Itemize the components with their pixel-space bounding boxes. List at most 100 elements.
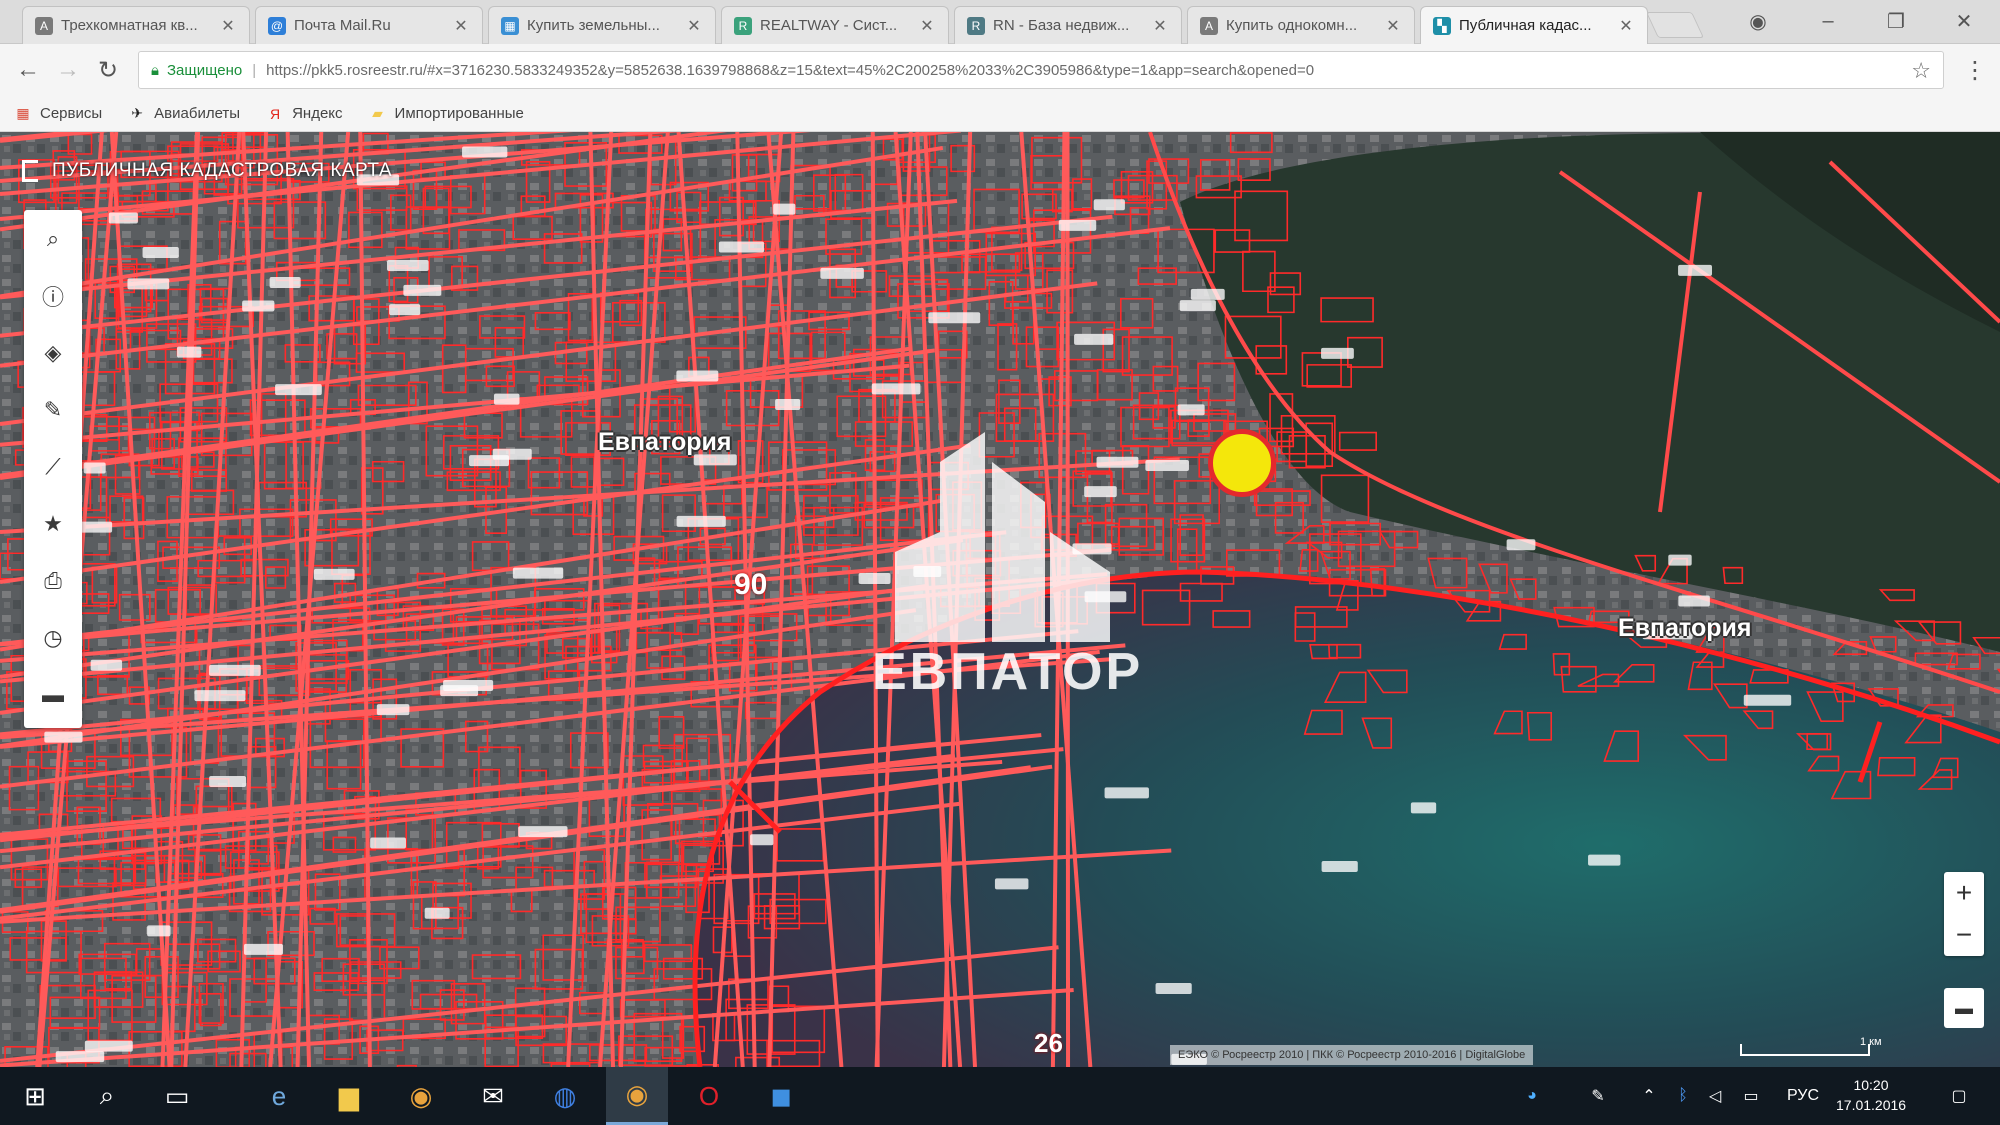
parcel-number-90: 90 bbox=[734, 568, 768, 601]
browser-menu-icon[interactable]: ⋮ bbox=[1960, 54, 1990, 86]
zoom-in-button[interactable]: + bbox=[1944, 872, 1984, 914]
scale-bar bbox=[1740, 1044, 1870, 1056]
browser-tab[interactable]: R RN - База недвиж... ✕ bbox=[954, 6, 1182, 44]
new-tab-button[interactable] bbox=[1645, 12, 1705, 38]
minimize-button[interactable]: – bbox=[1806, 6, 1850, 36]
url-text: https://pkk5.rosreestr.ru/#x=3716230.583… bbox=[266, 61, 1315, 79]
reload-button[interactable]: ↻ bbox=[92, 54, 124, 86]
bookmark-item[interactable]: ▰ Импортированные bbox=[369, 105, 524, 123]
task-view-icon[interactable]: ▭ bbox=[146, 1067, 208, 1125]
history-icon[interactable]: ◷ bbox=[24, 609, 82, 666]
bookmarks-bar: ▦ Сервисы ✈ Авиабилеты Я Яндекс ▰ Импортированн… bbox=[0, 96, 2000, 132]
ie-icon[interactable]: e bbox=[248, 1067, 310, 1125]
bluetooth-icon[interactable]: ᛒ bbox=[1668, 1067, 1698, 1125]
notifications-icon[interactable]: ▢ bbox=[1934, 1067, 1984, 1125]
tray-expand-icon[interactable]: ⌃ bbox=[1634, 1067, 1664, 1125]
tab-favicon-icon: R bbox=[734, 16, 752, 35]
globe-icon[interactable]: ◍ bbox=[534, 1067, 596, 1125]
tab-close-icon[interactable]: ✕ bbox=[452, 16, 470, 36]
tab-close-icon[interactable]: ✕ bbox=[1151, 16, 1169, 36]
browser-toolbar: ← → ↻ 🔒︎ Защищено | https://pkk5.rosrees… bbox=[0, 44, 2000, 96]
info-icon[interactable]: ⓘ bbox=[24, 267, 82, 324]
start-button[interactable]: ⊞ bbox=[4, 1067, 66, 1125]
lock-icon: 🔒︎ bbox=[151, 61, 159, 79]
back-button[interactable]: ← bbox=[12, 54, 44, 86]
plane-icon: ✈ bbox=[131, 105, 144, 121]
tab-favicon-icon: ▚ bbox=[1433, 16, 1451, 35]
apps-icon: ▦ bbox=[16, 105, 30, 121]
map-copyright: ЕЭКО © Росреестр 2010 | ПКК © Росреестр … bbox=[1170, 1045, 1534, 1065]
tab-close-icon[interactable]: ✕ bbox=[219, 16, 237, 36]
bookmark-label: Авиабилеты bbox=[154, 105, 241, 122]
keyboard-icon[interactable]: ▬ bbox=[24, 666, 82, 723]
tab-close-icon[interactable]: ✕ bbox=[918, 16, 936, 36]
network-icon[interactable]: ▭ bbox=[1736, 1067, 1766, 1125]
clock-date: 17.01.2016 bbox=[1836, 1097, 1907, 1113]
zoom-control: + − bbox=[1944, 872, 1984, 956]
tab-title: Купить земельны... bbox=[527, 17, 660, 34]
map-title: ПУБЛИЧНАЯ КАДАСТРОВАЯ КАРТА bbox=[22, 160, 392, 182]
search-icon[interactable]: ⌕ bbox=[76, 1067, 138, 1125]
tab-title: RN - База недвиж... bbox=[993, 17, 1130, 34]
cadastral-map[interactable]: ПУБЛИЧНАЯ КАДАСТРОВАЯ КАРТА ⌕ ⓘ ◈ ✎ ⟋ ★ ⎙ ◷ ▬ Ев… bbox=[0, 132, 2000, 1067]
language-indicator[interactable]: РУС bbox=[1778, 1067, 1828, 1125]
windows-taskbar: ⊞ ⌕ ▭ e ▆ ◉ ✉ ◍ ◉ O ◼ ◕ ✎ ⌃ ᛒ ◁ ▭ РУС 10… bbox=[0, 1067, 2000, 1125]
star-icon[interactable]: ★ bbox=[24, 495, 82, 552]
address-bar[interactable]: 🔒︎ Защищено | https://pkk5.rosreestr.ru/… bbox=[138, 51, 1944, 89]
clock-time: 10:20 bbox=[1853, 1077, 1889, 1093]
app-icon[interactable]: ◼ bbox=[750, 1067, 812, 1125]
chrome-icon-1[interactable]: ◉ bbox=[390, 1067, 452, 1125]
tab-title: Купить однокомн... bbox=[1226, 17, 1358, 34]
browser-tab[interactable]: @ Почта Mail.Ru ✕ bbox=[255, 6, 483, 44]
opera-icon[interactable]: O bbox=[678, 1067, 740, 1125]
separator: | bbox=[252, 61, 257, 79]
clock[interactable]: 10:20 17.01.2016 bbox=[1836, 1075, 1906, 1115]
bookmark-item[interactable]: ✈ Авиабилеты bbox=[128, 105, 240, 123]
map-canvas[interactable] bbox=[0, 132, 2000, 1067]
restore-button[interactable]: ❐ bbox=[1874, 6, 1918, 36]
bookmark-star-icon[interactable]: ☆ bbox=[1911, 58, 1931, 84]
bookmark-label: Яндекс bbox=[292, 105, 343, 122]
bookmark-label: Импортированные bbox=[394, 105, 524, 122]
bookmark-label: Сервисы bbox=[40, 105, 103, 122]
bookmark-item[interactable]: ▦ Сервисы bbox=[14, 105, 102, 123]
tab-title: Публичная кадас... bbox=[1459, 17, 1592, 34]
browser-tab[interactable]: ▦ Купить земельны... ✕ bbox=[488, 6, 716, 44]
layers-icon[interactable]: ◈ bbox=[24, 324, 82, 381]
city-label-east: Евпатория bbox=[1618, 614, 1752, 642]
forward-button[interactable]: → bbox=[52, 54, 84, 86]
browser-tab[interactable]: ▚ Публичная кадас... ✕ bbox=[1420, 6, 1648, 44]
tab-strip: A Трехкомнатная кв... ✕ @ Почта Mail.Ru ✕ ▦ Куп… bbox=[0, 0, 2000, 44]
file-explorer-icon[interactable]: ▆ bbox=[318, 1067, 380, 1125]
yandex-icon: Я bbox=[270, 105, 281, 122]
tab-title: REALTWAY - Сист... bbox=[760, 17, 898, 34]
browser-tab[interactable]: A Купить однокомн... ✕ bbox=[1187, 6, 1415, 44]
location-marker[interactable] bbox=[1208, 429, 1276, 497]
map-title-text: ПУБЛИЧНАЯ КАДАСТРОВАЯ КАРТА bbox=[52, 160, 393, 181]
zoom-out-button[interactable]: − bbox=[1944, 914, 1984, 956]
profile-icon[interactable]: ◉ bbox=[1736, 6, 1780, 36]
close-window-button[interactable]: ✕ bbox=[1942, 6, 1986, 36]
measure-icon[interactable]: ⟋ bbox=[24, 438, 82, 495]
bookmark-item[interactable]: Я Яндекс bbox=[266, 105, 343, 123]
pkk-logo-icon bbox=[22, 160, 38, 182]
browser-tab[interactable]: A Трехкомнатная кв... ✕ bbox=[22, 6, 250, 44]
print-icon[interactable]: ⎙ bbox=[24, 552, 82, 609]
volume-icon[interactable]: ◁ bbox=[1700, 1067, 1730, 1125]
chrome-icon-active[interactable]: ◉ bbox=[606, 1067, 668, 1125]
tab-title: Почта Mail.Ru bbox=[294, 17, 391, 34]
scale-label: 1 км bbox=[1860, 1036, 1882, 1048]
tray-app-icon[interactable]: ◕ bbox=[1512, 1067, 1552, 1125]
city-label-west: Евпатория bbox=[598, 428, 732, 456]
pencil-icon[interactable]: ✎ bbox=[24, 381, 82, 438]
tray-pen-icon[interactable]: ✎ bbox=[1578, 1067, 1618, 1125]
watermark-text: ЕВПАТОР bbox=[872, 643, 1144, 701]
browser-tab[interactable]: R REALTWAY - Сист... ✕ bbox=[721, 6, 949, 44]
basemap-toggle-button[interactable]: ▬ bbox=[1944, 988, 1984, 1028]
tab-close-icon[interactable]: ✕ bbox=[1617, 16, 1635, 36]
folder-icon: ▰ bbox=[372, 105, 383, 121]
mail-icon[interactable]: ✉ bbox=[462, 1067, 524, 1125]
search-icon[interactable]: ⌕ bbox=[24, 210, 82, 267]
tab-close-icon[interactable]: ✕ bbox=[685, 16, 703, 36]
tab-close-icon[interactable]: ✕ bbox=[1384, 16, 1402, 36]
